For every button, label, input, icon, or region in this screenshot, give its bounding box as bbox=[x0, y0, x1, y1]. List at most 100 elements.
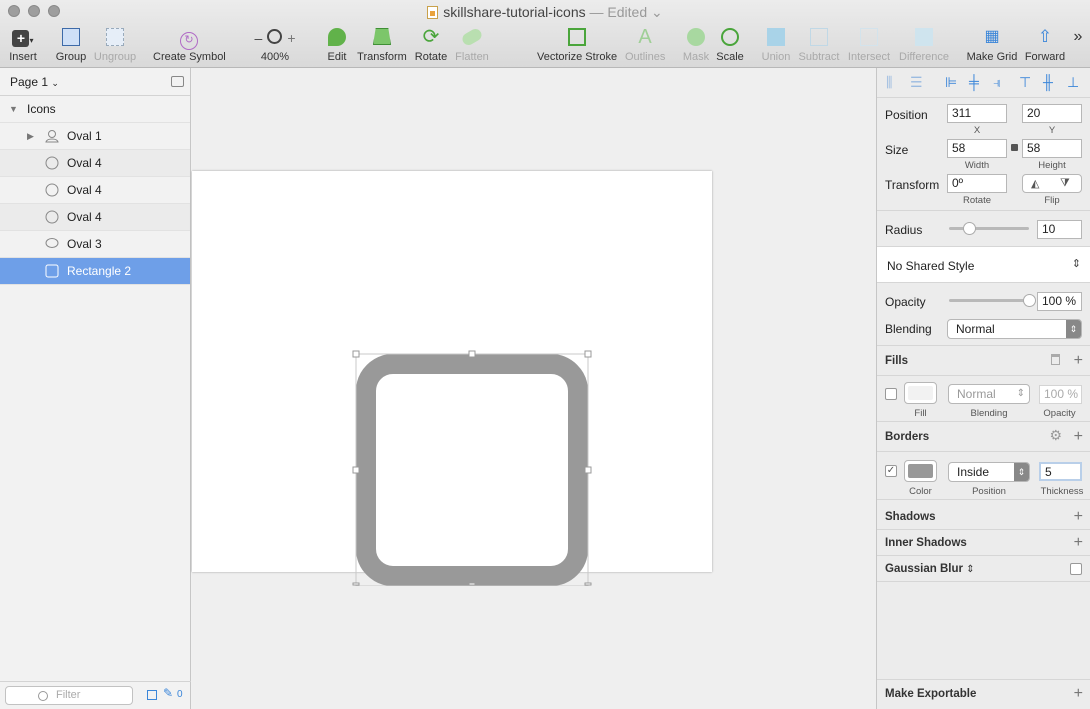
fill-blending-dropdown[interactable]: Normal ⇕ bbox=[948, 384, 1030, 404]
up-down-chevron-icon: ⇕ bbox=[1014, 463, 1029, 481]
add-export-button[interactable]: + bbox=[1074, 686, 1083, 702]
trash-icon[interactable] bbox=[1051, 354, 1060, 365]
layer-row[interactable]: ▶ Oval 1 bbox=[0, 123, 190, 150]
border-color-swatch[interactable] bbox=[904, 460, 937, 482]
collapse-pages-icon[interactable] bbox=[171, 76, 184, 87]
edited-status[interactable]: — Edited bbox=[590, 4, 648, 20]
transform-icon bbox=[357, 26, 407, 48]
resize-handle[interactable] bbox=[584, 466, 592, 474]
radius-slider-knob[interactable] bbox=[962, 222, 976, 235]
rectangle-2-shape[interactable] bbox=[352, 346, 592, 586]
align-bottom-icon[interactable]: ⊥ bbox=[1067, 74, 1079, 91]
position-y-field[interactable]: 20 bbox=[1022, 104, 1082, 123]
distribute-horizontal-icon[interactable]: ⫼ bbox=[886, 74, 892, 91]
zoom-control[interactable]: – + 400% bbox=[245, 26, 305, 63]
pen-edit-icon bbox=[325, 26, 349, 48]
canvas[interactable] bbox=[192, 68, 876, 709]
blending-dropdown[interactable]: Normal ⇕ bbox=[947, 319, 1082, 339]
intersect-button[interactable]: Intersect bbox=[846, 26, 892, 63]
radius-field[interactable]: 10 bbox=[1037, 220, 1082, 239]
align-middle-vertical-icon[interactable]: ╫ bbox=[1043, 74, 1053, 90]
rotate-button[interactable]: ⟳ Rotate bbox=[414, 26, 448, 63]
opacity-field[interactable]: 100 % bbox=[1037, 292, 1082, 311]
borders-header: Borders ⚙ + bbox=[877, 422, 1090, 452]
resize-handle[interactable] bbox=[352, 466, 360, 474]
fill-enabled-checkbox[interactable] bbox=[885, 388, 897, 400]
layer-row[interactable]: Oval 4 bbox=[0, 177, 190, 204]
layers-panel: Page 1 ⌄ ▼ Icons ▶ Oval 1 Oval 4 Oval 4 … bbox=[0, 68, 191, 709]
lock-icon[interactable] bbox=[1011, 144, 1018, 151]
resize-handle[interactable] bbox=[468, 582, 476, 586]
insert-button[interactable]: + ▾ Insert bbox=[8, 26, 38, 63]
filter-input[interactable]: Filter bbox=[5, 686, 133, 705]
difference-button[interactable]: Difference bbox=[898, 26, 950, 63]
add-shadow-button[interactable]: + bbox=[1074, 509, 1083, 525]
shared-style-selector[interactable]: No Shared Style ⇕ bbox=[877, 247, 1090, 283]
add-fill-button[interactable]: + bbox=[1074, 353, 1083, 369]
opacity-slider[interactable] bbox=[949, 294, 1036, 307]
border-enabled-checkbox[interactable]: ✓ bbox=[885, 465, 897, 477]
forward-button[interactable]: ⇧ Forward bbox=[1024, 26, 1066, 63]
align-right-icon[interactable]: ⫣ bbox=[993, 74, 1001, 91]
resize-handle[interactable] bbox=[468, 350, 476, 358]
radius-slider[interactable] bbox=[949, 222, 1029, 235]
vectorize-stroke-button[interactable]: Vectorize Stroke bbox=[537, 26, 617, 63]
add-border-button[interactable]: + bbox=[1074, 429, 1083, 445]
flip-horizontal-icon[interactable]: ◭ bbox=[1031, 177, 1039, 190]
vectorize-stroke-icon bbox=[537, 26, 617, 48]
resize-handle[interactable] bbox=[584, 350, 592, 358]
up-down-chevron-icon: ⇕ bbox=[1066, 320, 1081, 338]
gaussian-blur-checkbox[interactable] bbox=[1070, 563, 1082, 575]
height-field[interactable]: 58 bbox=[1022, 139, 1082, 158]
distribute-vertical-icon[interactable]: ☰ bbox=[910, 74, 923, 91]
outlines-button[interactable]: A Outlines bbox=[625, 26, 665, 63]
zoom-out-button[interactable]: – bbox=[254, 30, 262, 46]
fill-color-swatch[interactable] bbox=[904, 382, 937, 404]
border-position-dropdown[interactable]: Inside ⇕ bbox=[948, 462, 1030, 482]
layer-row-selected[interactable]: Rectangle 2 bbox=[0, 258, 190, 285]
layer-group-icons[interactable]: ▼ Icons bbox=[0, 96, 190, 123]
symbols-filter-icon[interactable] bbox=[147, 690, 157, 700]
layer-row[interactable]: Oval 4 bbox=[0, 150, 190, 177]
edit-button[interactable]: Edit bbox=[325, 26, 349, 63]
rotate-field[interactable]: 0º bbox=[947, 174, 1007, 193]
fills-header: Fills + bbox=[877, 346, 1090, 376]
subtract-button[interactable]: Subtract bbox=[797, 26, 841, 63]
brush-filter-icon[interactable]: ✎ bbox=[163, 686, 173, 700]
page-selector[interactable]: Page 1 ⌄ bbox=[0, 68, 190, 96]
group-button[interactable]: Group bbox=[55, 26, 87, 63]
resize-handle[interactable] bbox=[352, 582, 360, 586]
layer-row[interactable]: Oval 4 bbox=[0, 204, 190, 231]
ungroup-button[interactable]: Ungroup bbox=[93, 26, 137, 63]
transform-button[interactable]: Transform bbox=[357, 26, 407, 63]
flatten-button[interactable]: Flatten bbox=[455, 26, 489, 63]
width-field[interactable]: 58 bbox=[947, 139, 1007, 158]
disclosure-open-icon[interactable]: ▼ bbox=[9, 96, 18, 123]
layer-row[interactable]: Oval 3 bbox=[0, 231, 190, 258]
resize-handle[interactable] bbox=[584, 582, 592, 586]
difference-icon bbox=[898, 26, 950, 48]
flip-vertical-icon[interactable]: ⧩ bbox=[1060, 177, 1070, 190]
rounded-rectangle-border[interactable] bbox=[356, 354, 588, 586]
union-button[interactable]: Union bbox=[760, 26, 792, 63]
border-thickness-field[interactable]: 5 bbox=[1039, 462, 1082, 481]
gear-icon[interactable]: ⚙ bbox=[1049, 427, 1062, 444]
scale-button[interactable]: Scale bbox=[716, 26, 744, 63]
add-inner-shadow-button[interactable]: + bbox=[1074, 535, 1083, 551]
make-grid-button[interactable]: ▦ Make Grid bbox=[966, 26, 1018, 63]
align-center-horizontal-icon[interactable]: ╪ bbox=[969, 74, 979, 90]
artboard[interactable] bbox=[192, 171, 712, 586]
toolbar-overflow-button[interactable]: » bbox=[1070, 28, 1086, 46]
align-top-icon[interactable]: ⊤ bbox=[1019, 74, 1031, 91]
blur-type-selector[interactable]: Gaussian Blur ⇕ bbox=[885, 563, 975, 575]
zoom-in-button[interactable]: + bbox=[287, 30, 295, 46]
disclosure-closed-icon[interactable]: ▶ bbox=[27, 123, 34, 150]
opacity-slider-knob[interactable] bbox=[1022, 294, 1036, 307]
plus-icon: + ▾ bbox=[8, 26, 38, 48]
fill-opacity-field[interactable]: 100 % bbox=[1039, 385, 1082, 404]
create-symbol-button[interactable]: ↻ Create Symbol bbox=[153, 26, 226, 63]
mask-button[interactable]: Mask bbox=[682, 26, 710, 63]
position-x-field[interactable]: 311 bbox=[947, 104, 1007, 123]
align-left-icon[interactable]: ⊫ bbox=[945, 74, 957, 91]
resize-handle[interactable] bbox=[352, 350, 360, 358]
